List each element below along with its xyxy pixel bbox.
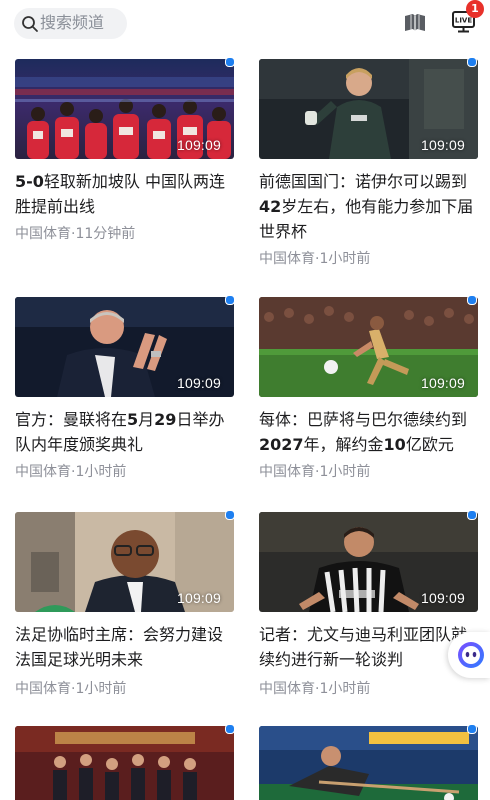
card-meta: 中国体育·11分钟前: [15, 226, 136, 242]
app-page: 搜索频道 LIVE 1 109:09 5-0轻取新加坡队 中国队两连胜提前出线 …: [0, 0, 490, 800]
card-title[interactable]: 每体：巴萨将与巴尔德续约到2027年，解约金10亿欧元: [259, 407, 481, 457]
thumbnail-image: [15, 726, 234, 800]
live-indicator-dot: [225, 295, 235, 305]
card-title[interactable]: 前德国国门：诺伊尔可以踢到42岁左右，他有能力参加下届世界杯: [259, 169, 481, 244]
video-duration: 109:09: [176, 137, 221, 153]
card-title[interactable]: 官方：曼联将在5月29日举办队内年度颁奖典礼: [15, 407, 237, 457]
card-title[interactable]: 记者：尤文与迪马利亚团队就续约进行新一轮谈判: [259, 622, 481, 672]
live-indicator-dot: [225, 510, 235, 520]
news-card[interactable]: 109:09 法足协临时主席：会努力建设法国足球光明未来 中国体育·1小时前: [15, 510, 235, 697]
video-thumbnail[interactable]: 109:09: [259, 512, 478, 612]
video-duration: 109:09: [176, 590, 221, 606]
live-label: LIVE: [455, 17, 472, 25]
live-indicator-dot: [467, 295, 477, 305]
thumbnail-image: [259, 726, 478, 800]
news-card[interactable]: 109:09 每体：巴萨将与巴尔德续约到2027年，解约金10亿欧元 中国体育·…: [259, 295, 478, 480]
live-indicator-dot: [467, 510, 477, 520]
video-thumbnail[interactable]: 109:09: [259, 59, 478, 159]
card-meta: 中国体育·1小时前: [15, 681, 127, 697]
card-title[interactable]: 5-0轻取新加坡队 中国队两连胜提前出线: [15, 169, 237, 219]
live-indicator-dot: [467, 724, 477, 734]
card-title[interactable]: 法足协临时主席：会努力建设法国足球光明未来: [15, 622, 237, 672]
video-thumbnail[interactable]: 109:09: [15, 297, 234, 397]
search-placeholder: 搜索频道: [40, 13, 105, 32]
video-duration: 109:09: [176, 375, 221, 391]
book-icon[interactable]: [403, 13, 427, 33]
live-indicator-dot: [467, 57, 477, 67]
search-icon: [22, 16, 38, 32]
news-card[interactable]: 109:09 前德国国门：诺伊尔可以踢到42岁左右，他有能力参加下届世界杯 中国…: [259, 57, 478, 267]
floating-assistant-button[interactable]: [448, 632, 490, 678]
video-thumbnail[interactable]: 109:09: [15, 59, 234, 159]
video-thumbnail[interactable]: [259, 726, 478, 800]
assistant-icon: [458, 642, 484, 668]
news-card[interactable]: 109:09 记者：尤文与迪马利亚团队就续约进行新一轮谈判 中国体育·1小时前: [259, 510, 478, 697]
live-indicator-dot: [225, 57, 235, 67]
video-thumbnail[interactable]: [15, 726, 234, 800]
news-card[interactable]: [15, 724, 235, 800]
card-meta: 中国体育·1小时前: [15, 464, 127, 480]
video-duration: 109:09: [420, 375, 465, 391]
live-indicator-dot: [225, 724, 235, 734]
card-meta: 中国体育·1小时前: [259, 251, 371, 267]
live-badge: 1: [466, 0, 484, 18]
video-thumbnail[interactable]: 109:09: [259, 297, 478, 397]
video-duration: 109:09: [420, 137, 465, 153]
video-thumbnail[interactable]: 109:09: [15, 512, 234, 612]
top-bar: 搜索频道 LIVE 1: [0, 0, 490, 46]
card-meta: 中国体育·1小时前: [259, 681, 371, 697]
news-card[interactable]: 109:09 官方：曼联将在5月29日举办队内年度颁奖典礼 中国体育·1小时前: [15, 295, 235, 480]
search-box[interactable]: 搜索频道: [14, 8, 127, 39]
video-duration: 109:09: [420, 590, 465, 606]
news-card[interactable]: 109:09 5-0轻取新加坡队 中国队两连胜提前出线 中国体育·11分钟前: [15, 57, 235, 242]
live-tv-button[interactable]: LIVE 1: [450, 0, 484, 36]
card-meta: 中国体育·1小时前: [259, 464, 371, 480]
news-card[interactable]: [259, 724, 478, 800]
